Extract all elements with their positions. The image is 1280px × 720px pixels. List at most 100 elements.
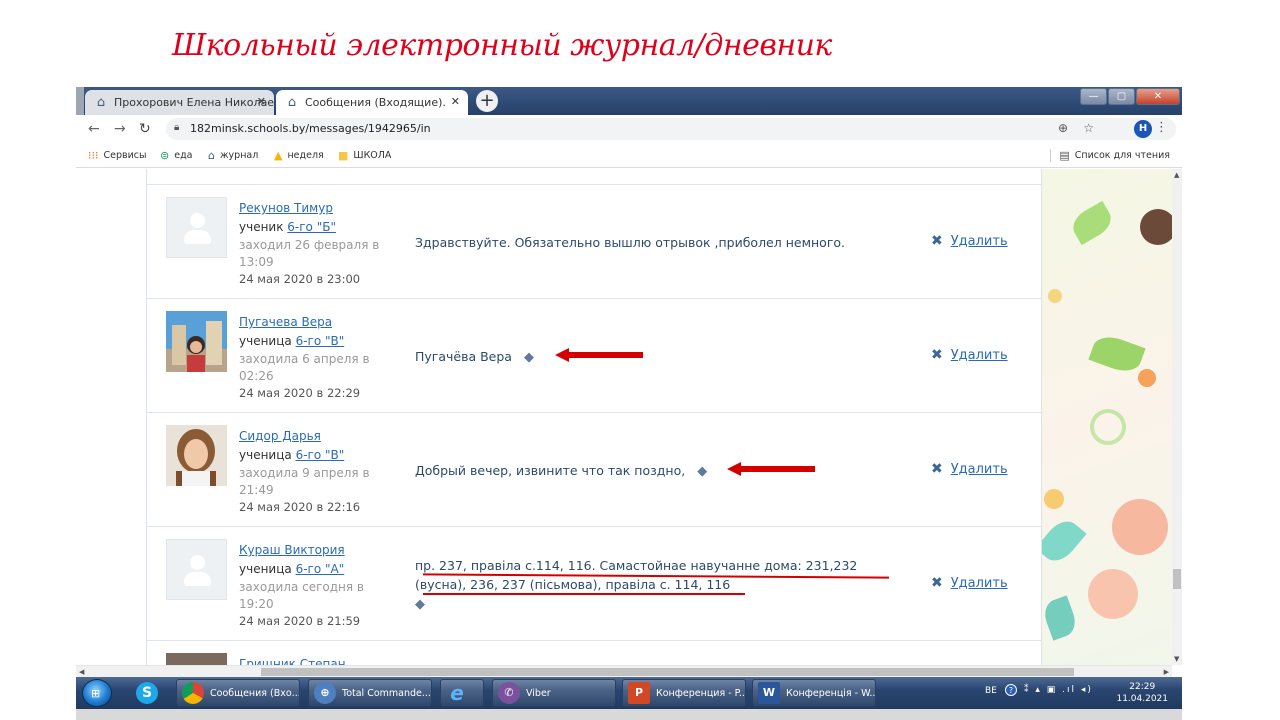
profile-avatar[interactable]: Н [1134,120,1152,138]
chrome-icon [182,682,204,704]
tray-icons[interactable]: ⁑ ▴ ▣ .ıl ◂) [1024,685,1093,695]
scroll-left-icon[interactable]: ◀ [79,668,84,676]
sender-info: Кураш Виктория ученица 6-го "А" заходила… [239,541,389,629]
class-link[interactable]: 6-го "А" [296,562,345,576]
delete-button[interactable]: ✖ Удалить [931,347,1008,363]
message-row: Рекунов Тимур ученик 6-го "Б" заходил 26… [147,184,1041,298]
last-seen: заходила 9 апреля в 21:49 [239,466,370,497]
message-date: 24 мая 2020 в 22:29 [239,386,361,400]
taskbar-item-viber[interactable]: ✆ Viber [492,679,616,707]
taskbar-item-internet-explorer[interactable]: e [440,679,484,707]
scroll-thumb[interactable] [1173,569,1181,589]
reading-list-button[interactable]: ▤ Список для чтения [1050,149,1170,162]
message-text[interactable]: Здравствуйте. Обязательно вышлю отрывок … [415,233,845,252]
taskbar-item-powerpoint[interactable]: P Конференция - P... [622,679,746,707]
message-text-wrap[interactable]: пр. 237, правіла с.114, 116. Самастойнае… [415,556,895,614]
message-row: Сидор Дарья ученица 6-го "В" заходила 9 … [147,412,1041,526]
sender-name-link[interactable]: Сидор Дарья [239,429,321,443]
skype-icon[interactable]: S [136,682,158,704]
menu-icon[interactable]: ⋮ [1155,120,1168,135]
taskbar-item-label: Конференція - W... [786,687,876,699]
close-icon[interactable]: ✕ [257,95,266,108]
taskbar-item-label: Total Commande... [342,687,431,699]
flower-shape [1044,489,1064,509]
clock[interactable]: 22:29 11.04.2021 [1116,681,1168,705]
url-text: 182minsk.schools.by/messages/1942965/in [190,122,431,135]
help-icon[interactable]: ? [1005,684,1017,696]
back-arrow-icon[interactable]: ← [88,121,100,137]
slide-bottom-edge [76,709,1182,720]
sender-role: ученик [239,220,288,234]
bookmark-food[interactable]: ⊜ еда [160,149,192,162]
sender-name-link[interactable]: Пугачева Вера [239,315,332,329]
bookmark-label: еда [174,150,193,161]
delete-button[interactable]: ✖ Удалить [931,233,1008,249]
last-seen: заходил 26 февраля в 13:09 [239,238,380,269]
bookmark-week[interactable]: ▲ неделя [274,149,324,162]
taskbar-item-word[interactable]: W Конференція - W... [752,679,876,707]
attachment-tag-icon[interactable]: ◆ [415,595,425,614]
class-link[interactable]: 6-го "В" [296,334,345,348]
bookmark-school[interactable]: ■ ШКОЛА [338,149,391,162]
system-tray: BE ? ⁑ ▴ ▣ .ıl ◂) 22:29 11.04.2021 [982,677,1182,709]
horizontal-scrollbar[interactable]: ◀ ▶ [76,665,1172,677]
taskbar-item-total-commander[interactable]: ⊕ Total Commande... [308,679,432,707]
delete-icon: ✖ [931,461,943,477]
annotation-underline [423,593,745,595]
scroll-down-icon[interactable]: ▼ [1174,655,1179,663]
avatar-placeholder-head [190,555,205,570]
reading-list-label: Список для чтения [1074,150,1170,161]
reading-list-icon: ▤ [1059,149,1070,162]
taskbar-item-chrome[interactable]: Сообщения (Вхо... [176,679,300,707]
tab-profile-label: Прохорович Елена Николаевна [114,96,274,109]
attachment-tag-icon[interactable]: ◆ [524,348,534,367]
message-date: 24 мая 2020 в 21:59 [239,614,361,628]
delete-button[interactable]: ✖ Удалить [931,575,1008,591]
flower-shape [1140,209,1172,245]
attachment-tag-icon[interactable]: ◆ [697,462,707,481]
message-text: Пугачёва Вера [415,349,512,364]
maximize-button[interactable]: ▢ [1108,88,1135,105]
scroll-up-icon[interactable]: ▲ [1174,171,1179,179]
delete-button[interactable]: ✖ Удалить [931,461,1008,477]
drive-icon: ▲ [274,149,283,162]
apps-icon: ⁝⁝⁝ [88,149,99,162]
delete-icon: ✖ [931,347,943,363]
delete-label: Удалить [950,575,1008,591]
message-text-wrap[interactable]: Добрый вечер, извините что так поздно, ◆ [415,461,707,481]
language-indicator[interactable]: BE [985,686,997,696]
sender-name-link[interactable]: Кураш Виктория [239,543,345,557]
reload-icon[interactable]: ↻ [139,121,151,137]
bookmark-services[interactable]: ⁝⁝⁝ Сервисы [88,149,147,162]
message-text-wrap[interactable]: Пугачёва Вера ◆ [415,347,534,367]
window-controls: — ▢ ✕ [1080,88,1180,105]
class-link[interactable]: 6-го "Б" [287,220,336,234]
delete-icon: ✖ [931,575,943,591]
bookmark-star-icon[interactable]: ☆ [1083,121,1094,135]
tab-messages[interactable]: ⌂ Сообщения (Входящие). Прохор ✕ [276,90,468,115]
start-button[interactable]: ⊞ [82,679,112,707]
zoom-icon[interactable]: ⊕ [1058,121,1068,135]
sender-name-link[interactable]: Грищник Степан [239,657,346,665]
class-link[interactable]: 6-го "В" [296,448,345,462]
tab-profile[interactable]: ⌂ Прохорович Елена Николаевна ✕ [85,90,274,115]
forward-arrow-icon[interactable]: → [114,121,126,137]
flower-shape [1138,369,1156,387]
sender-name-link[interactable]: Рекунов Тимур [239,201,333,215]
bookmarks-bar: ⁝⁝⁝ Сервисы ⊜ еда ⌂ журнал ▲ неделя ■ ШК… [76,143,1182,168]
scroll-right-icon[interactable]: ▶ [1164,668,1169,676]
scroll-thumb[interactable] [261,668,1074,676]
bookmark-journal[interactable]: ⌂ журнал [208,149,258,162]
new-tab-button[interactable]: + [476,90,498,112]
close-icon[interactable]: ✕ [451,95,460,108]
sender-info: Пугачева Вера ученица 6-го "В" заходила … [239,313,389,401]
delete-label: Удалить [950,347,1008,363]
window-close-button[interactable]: ✕ [1136,88,1180,105]
url-field[interactable]: 🔒︎ 182minsk.schools.by/messages/1942965/… [166,118,1176,140]
minimize-button[interactable]: — [1080,88,1107,105]
clock-date: 11.04.2021 [1116,694,1168,704]
page-content: Рекунов Тимур ученик 6-го "Б" заходил 26… [76,169,1172,665]
taskbar-item-label: Viber [526,687,551,699]
folder-icon: ■ [338,149,349,162]
vertical-scrollbar[interactable]: ▲ ▼ [1172,169,1182,665]
